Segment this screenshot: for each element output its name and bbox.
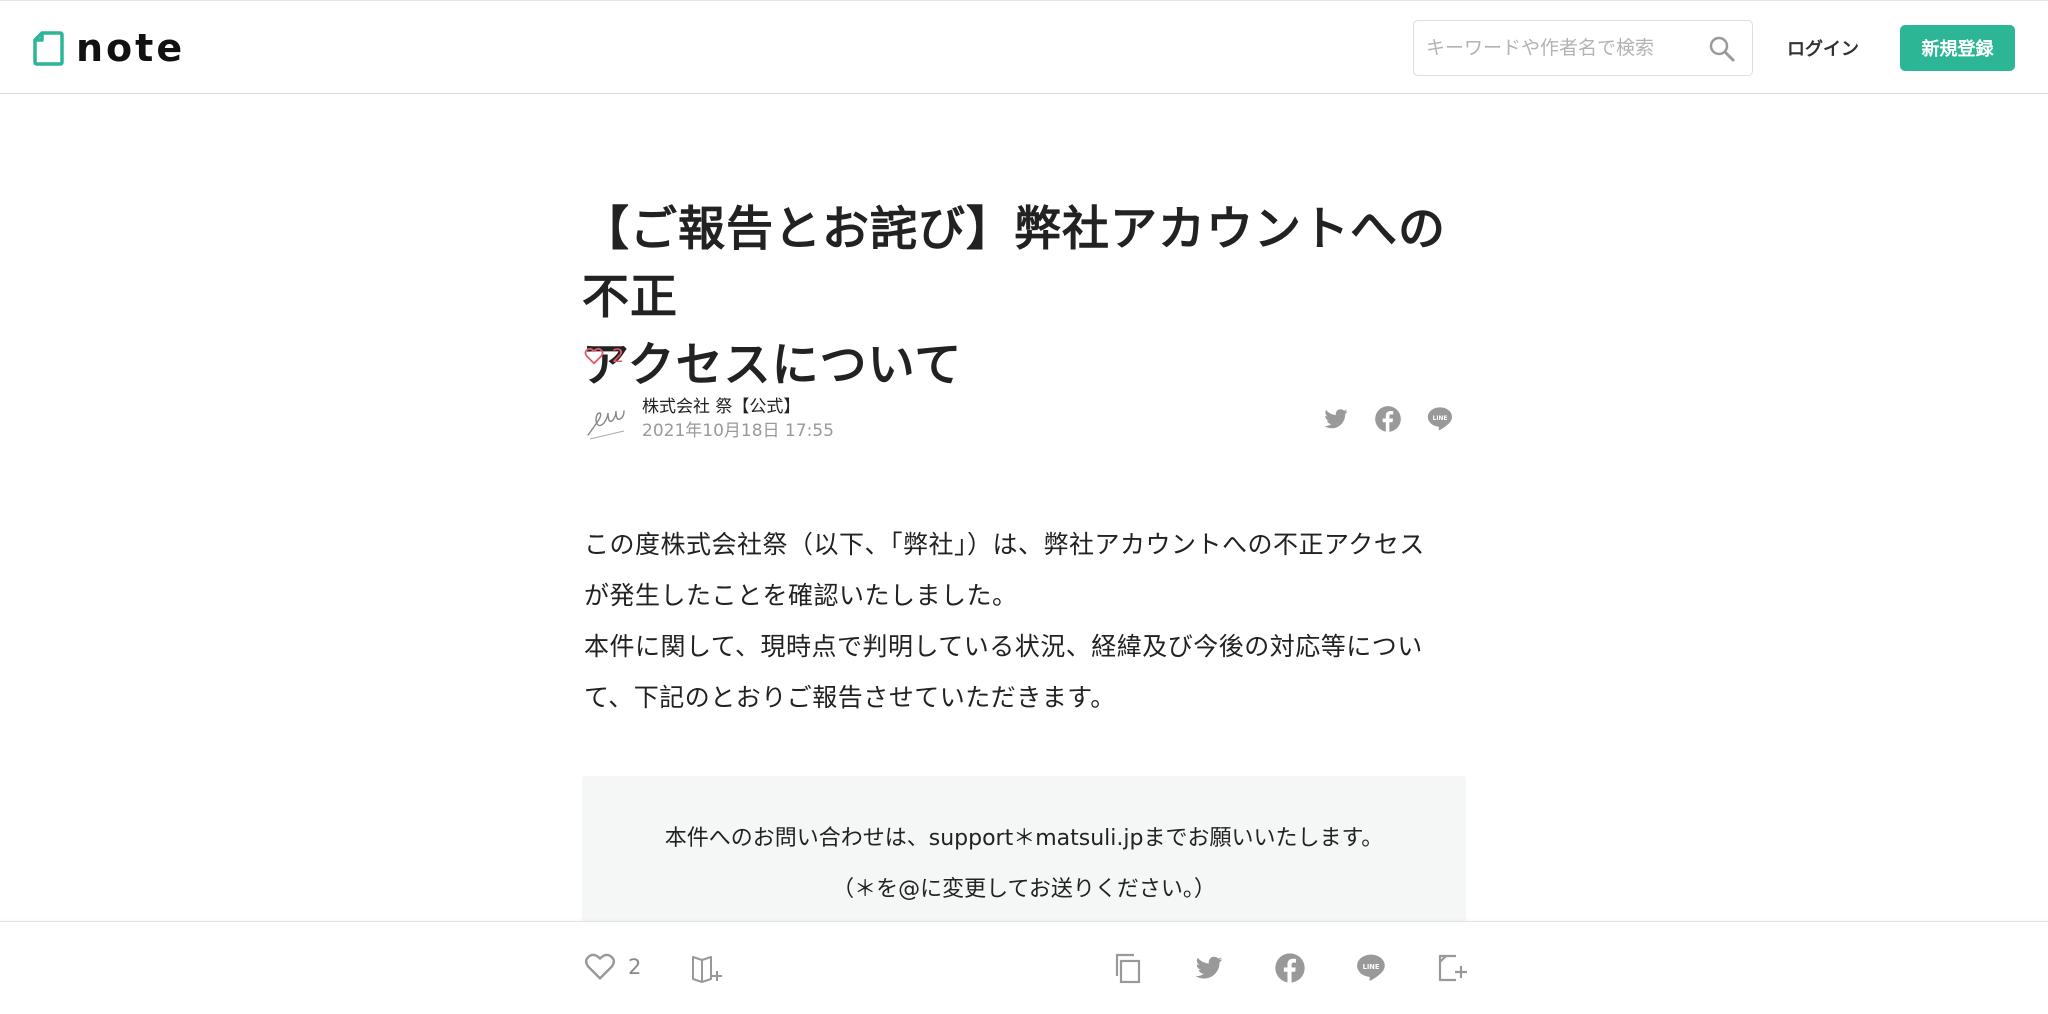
publish-date: 2021年10月18日 17:55 <box>642 421 834 441</box>
article-title-line1: 【ご報告とお詫び】弊社アカウントへの不正 <box>582 202 1446 325</box>
share-buttons-top: LINE <box>1322 405 1454 433</box>
like-count: 2 <box>628 954 642 979</box>
contact-notice-subtext: （＊を@に変更してお送りください。） <box>832 877 1216 902</box>
svg-text:LINE: LINE <box>1363 963 1380 971</box>
login-link[interactable]: ログイン <box>1787 35 1859 61</box>
paragraph-line: 本件に関して、現時点で判明している状況、経緯及び今後の対応等につい <box>584 632 1423 661</box>
magazine-add-icon[interactable] <box>690 953 724 985</box>
twitter-icon[interactable] <box>1193 952 1225 984</box>
article-body: この度株式会社祭（以下、「弊社」）は、弊社アカウントへの不正アクセス が発生した… <box>584 519 1474 723</box>
logo-text: note <box>76 26 186 70</box>
author-meta: 株式会社 祭【公式】 2021年10月18日 17:55 <box>642 395 834 443</box>
line-icon[interactable]: LINE <box>1355 952 1387 984</box>
heart-icon <box>584 347 604 365</box>
author-name[interactable]: 株式会社 祭【公式】 <box>642 395 834 419</box>
facebook-icon[interactable] <box>1274 952 1306 984</box>
author-info: 株式会社 祭【公式】 2021年10月18日 17:55 <box>584 395 834 443</box>
embed-icon[interactable] <box>1436 952 1468 984</box>
like-button[interactable]: 2 <box>584 952 641 981</box>
site-header: note ログイン 新規登録 <box>0 0 2048 94</box>
search-input[interactable] <box>1426 37 1696 59</box>
bottom-action-bar: 2 LINE <box>0 921 2048 1014</box>
note-logo[interactable]: note <box>33 29 185 67</box>
paragraph-line: て、下記のとおりご報告させていただきます。 <box>584 683 1116 712</box>
line-icon[interactable]: LINE <box>1426 405 1454 433</box>
svg-text:LINE: LINE <box>1433 416 1448 422</box>
article-title: 【ご報告とお詫び】弊社アカウントへの不正 アクセスについて <box>582 196 1482 400</box>
heart-icon <box>584 953 616 980</box>
like-button-top[interactable]: 2 <box>584 345 624 367</box>
contact-notice-text: 本件へのお問い合わせは、support＊matsuli.jpまでお願いいたします… <box>664 826 1384 851</box>
paragraph-line: が発生したことを確認いたしました。 <box>584 581 1018 610</box>
search-icon[interactable] <box>1708 35 1736 63</box>
search-box[interactable] <box>1413 20 1753 76</box>
facebook-icon[interactable] <box>1374 405 1402 433</box>
note-logo-icon <box>33 30 64 66</box>
copy-icon[interactable] <box>1112 952 1144 984</box>
twitter-icon[interactable] <box>1322 405 1350 433</box>
signup-button[interactable]: 新規登録 <box>1900 25 2015 71</box>
like-count-top: 2 <box>612 345 625 367</box>
avatar[interactable] <box>584 397 628 441</box>
paragraph-line: この度株式会社祭（以下、「弊社」）は、弊社アカウントへの不正アクセス <box>584 530 1425 559</box>
share-buttons-bottom: LINE <box>1112 952 1468 984</box>
article-title-line2: アクセスについて <box>582 338 963 393</box>
